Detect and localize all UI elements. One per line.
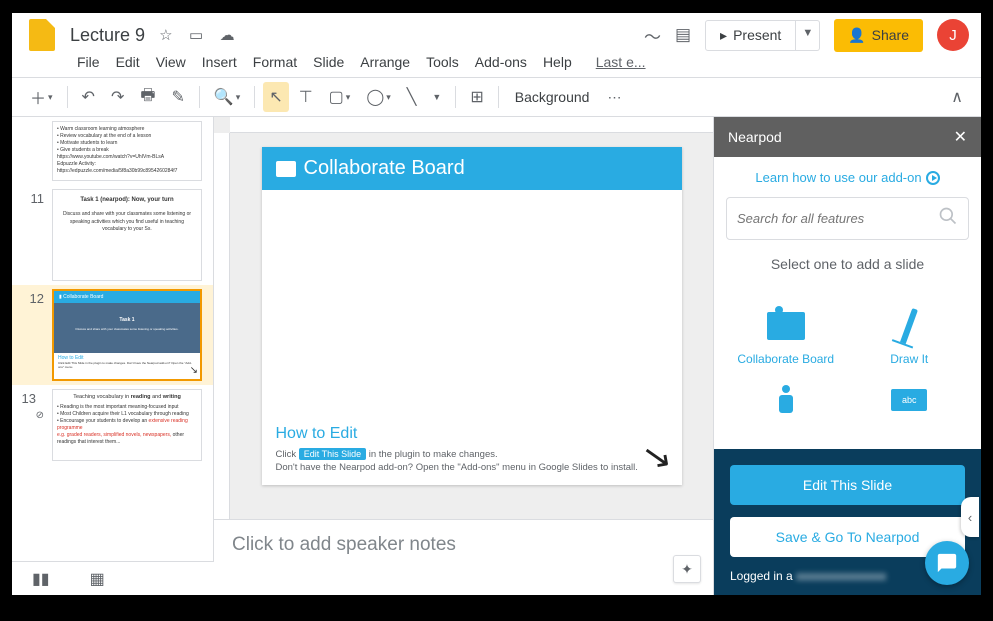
menu-tools[interactable]: Tools (419, 50, 466, 74)
search-icon (938, 206, 958, 231)
account-avatar[interactable]: J (937, 19, 969, 51)
workspace: • Warm classroom learning atmosphere • R… (12, 117, 981, 595)
star-icon[interactable]: ☆ (159, 27, 172, 44)
new-slide-button[interactable]: ＋ (24, 80, 59, 114)
play-icon (926, 171, 940, 185)
slide-canvas[interactable]: Collaborate Board Task 1 Discuss and sha… (262, 147, 682, 485)
arrow-icon: ↘ (639, 435, 675, 479)
canvas-area: Collaborate Board Task 1 Discuss and sha… (214, 117, 713, 595)
paint-format-button[interactable]: ✎ (165, 82, 190, 112)
thumbnail-11[interactable]: 11 Task 1 (nearpod): Now, your turn Disc… (12, 185, 213, 285)
menu-edit[interactable]: Edit (109, 50, 147, 74)
activity-icon[interactable]: 〜 (644, 23, 661, 48)
slide-footer: How to Edit Click Edit This Slide in the… (262, 415, 682, 485)
thumbnail-13[interactable]: 13 ⊘ Teaching vocabulary in reading and … (12, 385, 213, 465)
menu-addons[interactable]: Add-ons (468, 50, 534, 74)
list-view-icon[interactable]: ▮▮ (32, 569, 50, 589)
thumbnail-12[interactable]: 12 ▮ Collaborate Board Task 1 Discuss an… (12, 285, 213, 385)
link-icon: ⊘ (16, 410, 44, 421)
menu-slide[interactable]: Slide (306, 50, 351, 74)
image-tool[interactable]: ▢ (323, 82, 357, 112)
board-icon (276, 161, 296, 177)
search-input[interactable] (737, 211, 938, 226)
select-tool[interactable]: ↖ (263, 82, 288, 112)
close-icon[interactable]: ✕ (954, 127, 967, 147)
redo-button[interactable]: ↷ (105, 82, 130, 112)
learn-link[interactable]: Learn how to use our add-on (714, 157, 981, 197)
person-icon: 👤 (848, 27, 865, 44)
move-icon[interactable]: ▭ (189, 27, 203, 44)
cloud-icon[interactable]: ☁ (220, 27, 235, 44)
present-dropdown[interactable]: ▼ (796, 20, 820, 51)
speaker-notes[interactable]: Click to add speaker notes ✦ (214, 519, 713, 595)
textbox-tool[interactable]: ⊤ (293, 82, 319, 112)
horizontal-ruler (230, 117, 713, 133)
intercom-button[interactable] (925, 541, 969, 585)
doc-title[interactable]: Lecture 9 (70, 25, 145, 46)
prompt-text: Select one to add a slide (714, 252, 981, 286)
last-edit-link[interactable]: Last e... (589, 50, 653, 74)
search-box[interactable] (726, 197, 969, 240)
sidepanel-footer: Edit This Slide Save & Go To Nearpod Log… (714, 449, 981, 595)
background-button[interactable]: Background (507, 85, 598, 109)
sidepanel-header: Nearpod ✕ (714, 117, 981, 157)
line-tool[interactable]: ╲ (401, 82, 423, 112)
share-button[interactable]: 👤 Share (834, 19, 923, 52)
comments-icon[interactable]: ▤ (675, 25, 691, 45)
grid-view-icon[interactable]: ▦ (90, 569, 105, 589)
toolbar: ＋ ↶ ↷ 🖶 ✎ 🔍 ↖ ⊤ ▢ ◯ ╲ ▼ ⊞ Background ⋯ ∧ (12, 77, 981, 117)
thumbnail-10[interactable]: • Warm classroom learning atmosphere • R… (12, 117, 213, 185)
shape-tool[interactable]: ◯ (360, 82, 396, 112)
vertical-ruler (214, 133, 230, 519)
edit-slide-button[interactable]: Edit This Slide (730, 465, 965, 505)
peek-button[interactable]: ‹ (961, 497, 979, 537)
menu-arrange[interactable]: Arrange (353, 50, 417, 74)
feature-draw-it[interactable]: Draw It (859, 306, 959, 366)
collapse-toolbar-button[interactable]: ∧ (945, 82, 969, 112)
feature-fill-blank[interactable]: abc (859, 380, 959, 426)
slides-logo[interactable] (24, 17, 60, 53)
title-bar: Lecture 9 ☆ ▭ ☁ 〜 ▤ ▸ Present ▼ 👤 Share (12, 13, 981, 49)
zoom-button[interactable]: 🔍 (208, 82, 246, 112)
slide-header: Collaborate Board (262, 147, 682, 190)
menu-format[interactable]: Format (246, 50, 304, 74)
menu-file[interactable]: File (70, 50, 107, 74)
more-tools-button[interactable]: ⋯ (601, 84, 627, 111)
menu-insert[interactable]: Insert (195, 50, 244, 74)
line-dd[interactable]: ▼ (426, 87, 447, 107)
app-window: Lecture 9 ☆ ▭ ☁ 〜 ▤ ▸ Present ▼ 👤 Share (12, 13, 981, 595)
feature-collaborate-board[interactable]: Collaborate Board (736, 306, 836, 366)
present-button[interactable]: ▸ Present (705, 20, 796, 51)
filmstrip-view-toggle: ▮▮ ▦ (12, 561, 214, 595)
filmstrip[interactable]: • Warm classroom learning atmosphere • R… (12, 117, 214, 561)
menu-help[interactable]: Help (536, 50, 579, 74)
nearpod-sidepanel: Nearpod ✕ Learn how to use our add-on Se… (713, 117, 981, 595)
play-icon: ▸ (720, 27, 727, 44)
comment-button[interactable]: ⊞ (464, 82, 489, 112)
menu-bar: File Edit View Insert Format Slide Arran… (12, 49, 981, 77)
slide-body: Task 1 Discuss and share with your class… (262, 190, 682, 415)
menu-view[interactable]: View (149, 50, 193, 74)
undo-button[interactable]: ↶ (76, 82, 101, 112)
print-button[interactable]: 🖶 (134, 79, 161, 116)
feature-poll[interactable] (736, 380, 836, 426)
explore-button[interactable]: ✦ (673, 555, 701, 583)
